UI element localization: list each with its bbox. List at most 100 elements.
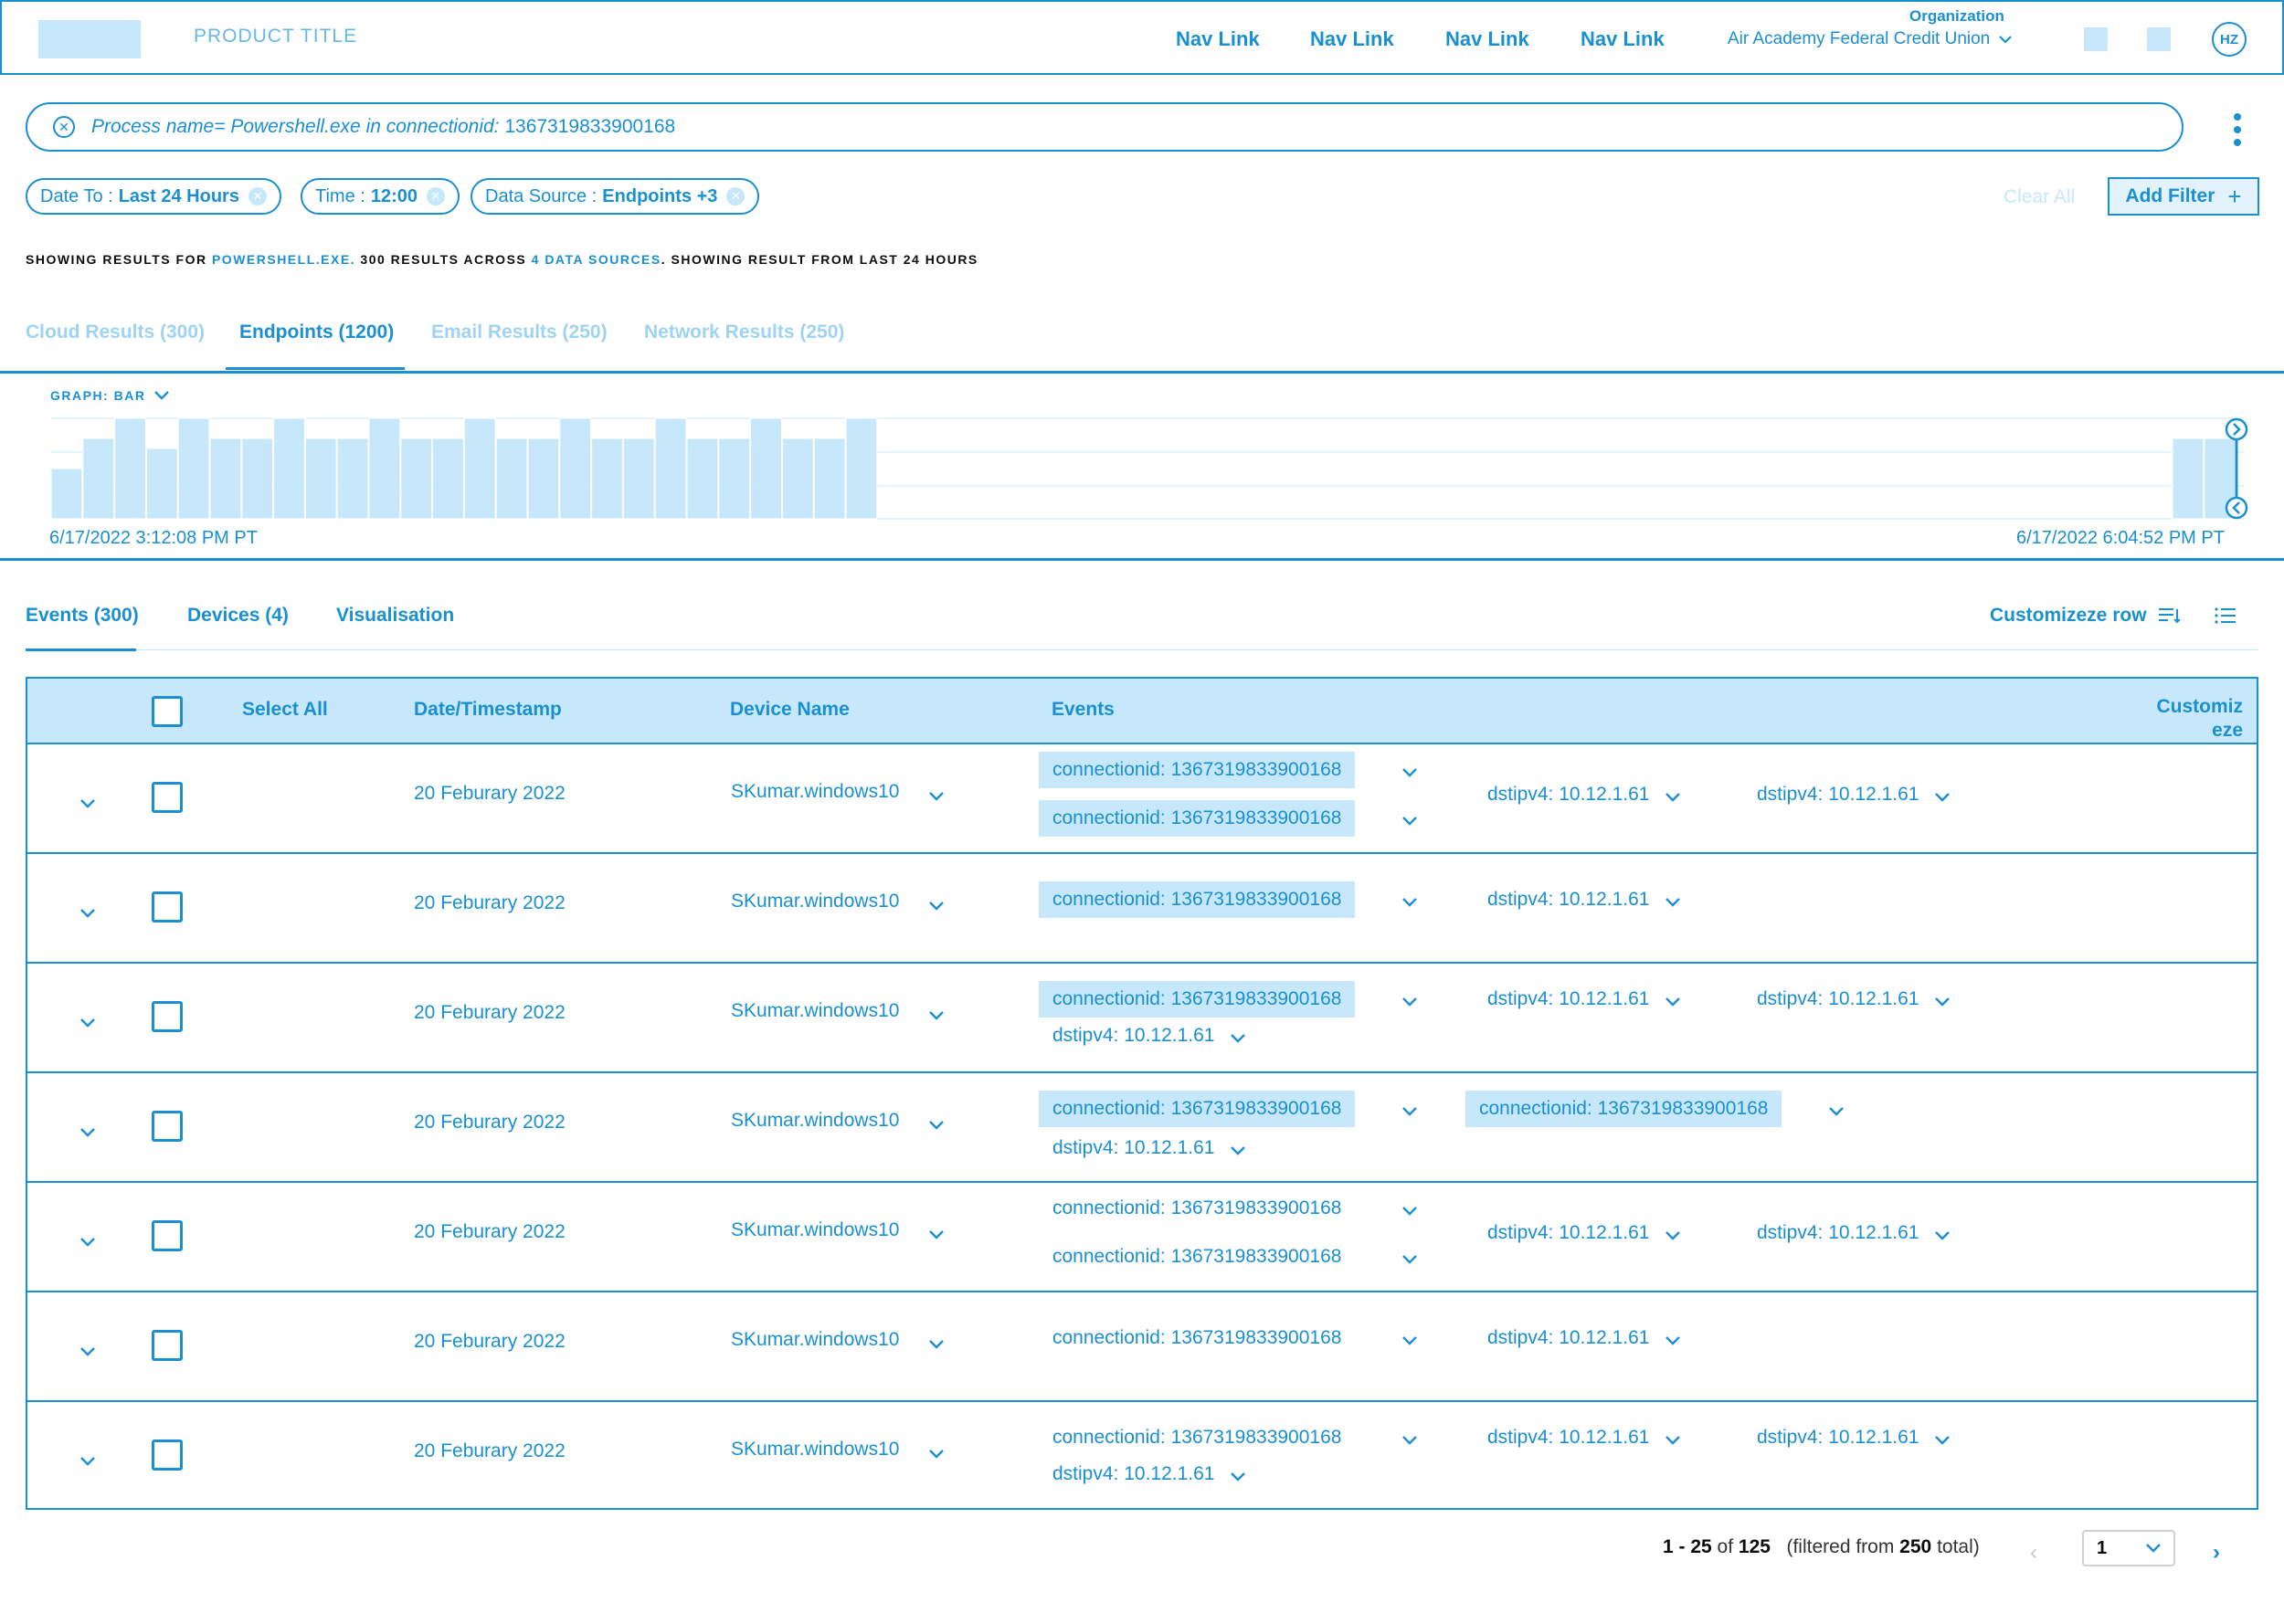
table-row[interactable]: 20 Feburary 2022 SKumar.windows10 connecti… (27, 1292, 2257, 1402)
graph-bar[interactable] (559, 417, 592, 520)
event-menu-chevron-icon[interactable] (1829, 1104, 1844, 1116)
event-connectionid[interactable]: connectionid: 1367319833900168 (1039, 1190, 1355, 1227)
event-menu-chevron-icon[interactable] (1935, 790, 1950, 802)
event-connectionid[interactable]: connectionid: 1367319833900168 (1039, 1091, 1356, 1127)
event-dstipv4[interactable]: dstipv4: 10.12.1.61 (1474, 981, 1663, 1018)
graph-bar[interactable] (463, 417, 496, 520)
previous-page-icon[interactable]: ‹ (2030, 1540, 2037, 1566)
row-checkbox[interactable] (152, 1330, 183, 1361)
event-menu-chevron-icon[interactable] (1665, 895, 1680, 907)
filter-chip-date[interactable]: Date To : Last 24 Hours ✕ (26, 178, 281, 215)
graph-bar[interactable] (432, 438, 464, 520)
select-all-checkbox[interactable] (152, 696, 183, 727)
table-row[interactable]: 20 Feburary 2022 SKumar.windows10 connecti… (27, 854, 2257, 964)
row-checkbox[interactable] (152, 1001, 183, 1032)
graph-bar[interactable] (368, 417, 401, 520)
event-dstipv4[interactable]: dstipv4: 10.12.1.61 (1474, 881, 1663, 918)
logo[interactable] (38, 20, 141, 58)
column-header-device[interactable]: Device Name (730, 699, 850, 721)
event-menu-chevron-icon[interactable] (1402, 765, 1417, 777)
row-device-name[interactable]: SKumar.windows10 (731, 891, 899, 912)
event-menu-chevron-icon[interactable] (1231, 1144, 1245, 1155)
table-row[interactable]: 20 Feburary 2022 SKumar.windows10 connecti… (27, 744, 2257, 854)
notifications-icon[interactable] (2084, 27, 2108, 51)
event-menu-chevron-icon[interactable] (1935, 1433, 1950, 1445)
device-menu-chevron-icon[interactable] (929, 1337, 944, 1349)
range-handle-end-icon[interactable] (2225, 417, 2248, 441)
column-header-customize[interactable]: Customiz eze (2133, 695, 2244, 743)
graph-bar[interactable] (145, 448, 178, 520)
nav-link-3[interactable]: Nav Link (1445, 27, 1529, 51)
graph-bar[interactable] (750, 417, 782, 520)
event-connectionid[interactable]: connectionid: 1367319833900168 (1039, 981, 1356, 1018)
column-header-timestamp[interactable]: Date/Timestamp (414, 699, 562, 721)
event-dstipv4[interactable]: dstipv4: 10.12.1.61 (1743, 1419, 1932, 1456)
event-menu-chevron-icon[interactable] (1402, 1252, 1417, 1264)
avatar[interactable]: HZ (2212, 22, 2247, 57)
event-connectionid[interactable]: connectionid: 1367319833900168 (1039, 881, 1356, 918)
graph-bar[interactable] (686, 438, 719, 520)
event-dstipv4[interactable]: dstipv4: 10.12.1.61 (1039, 1018, 1228, 1054)
row-device-name[interactable]: SKumar.windows10 (731, 1219, 899, 1241)
graph-bar[interactable] (336, 438, 369, 520)
event-menu-chevron-icon[interactable] (1665, 1433, 1680, 1445)
event-connectionid[interactable]: connectionid: 1367319833900168 (1465, 1091, 1782, 1127)
event-dstipv4[interactable]: dstipv4: 10.12.1.61 (1474, 776, 1663, 813)
expand-row-icon[interactable] (80, 1125, 95, 1137)
graph-bar[interactable] (622, 438, 655, 520)
remove-filter-icon[interactable]: ✕ (248, 187, 267, 206)
event-menu-chevron-icon[interactable] (1935, 995, 1950, 1007)
device-menu-chevron-icon[interactable] (929, 899, 944, 911)
filter-chip-time[interactable]: Time :12:00 ✕ (301, 178, 460, 215)
event-dstipv4[interactable]: dstipv4: 10.12.1.61 (1474, 1215, 1663, 1251)
event-connectionid[interactable]: connectionid: 1367319833900168 (1039, 1239, 1355, 1275)
table-row[interactable]: 20 Feburary 2022 SKumar.windows10 connecti… (27, 1402, 2257, 1512)
graph-bar[interactable] (241, 438, 274, 520)
device-menu-chevron-icon[interactable] (929, 1228, 944, 1239)
graph-bar[interactable] (273, 417, 305, 520)
event-dstipv4[interactable]: dstipv4: 10.12.1.61 (1474, 1419, 1663, 1456)
tab-endpoints[interactable]: Endpoints (1200) (239, 322, 394, 343)
device-menu-chevron-icon[interactable] (929, 1447, 944, 1459)
graph-bar[interactable] (114, 417, 146, 520)
clear-search-icon[interactable]: ✕ (53, 116, 75, 138)
expand-row-icon[interactable] (80, 796, 95, 808)
event-menu-chevron-icon[interactable] (1402, 1433, 1417, 1445)
filter-chip-data-source[interactable]: Data Source : Endpoints +3 ✕ (471, 178, 760, 215)
expand-row-icon[interactable] (80, 1454, 95, 1466)
event-menu-chevron-icon[interactable] (1665, 995, 1680, 1007)
graph-bar[interactable] (813, 438, 846, 520)
event-bar-graph[interactable] (51, 411, 2262, 521)
clear-all-button[interactable]: Clear All (2004, 186, 2075, 208)
event-connectionid[interactable]: connectionid: 1367319833900168 (1039, 800, 1356, 837)
nav-link-4[interactable]: Nav Link (1581, 27, 1665, 51)
device-menu-chevron-icon[interactable] (929, 1118, 944, 1130)
search-input[interactable]: ✕ Process name= Powershell.exe in connec… (26, 102, 2184, 152)
event-menu-chevron-icon[interactable] (1402, 1334, 1417, 1345)
event-dstipv4[interactable]: dstipv4: 10.12.1.61 (1743, 1215, 1932, 1251)
row-checkbox[interactable] (152, 1111, 183, 1142)
event-dstipv4[interactable]: dstipv4: 10.12.1.61 (1039, 1456, 1228, 1492)
tab-email-results[interactable]: Email Results (250) (431, 322, 608, 343)
graph-bar[interactable] (527, 438, 560, 520)
row-device-name[interactable]: SKumar.windows10 (731, 781, 899, 803)
select-all-label[interactable]: Select All (242, 699, 328, 721)
row-device-name[interactable]: SKumar.windows10 (731, 1110, 899, 1132)
tab-devices[interactable]: Devices (4) (187, 605, 289, 627)
event-menu-chevron-icon[interactable] (1665, 790, 1680, 802)
nav-link-2[interactable]: Nav Link (1310, 27, 1394, 51)
event-menu-chevron-icon[interactable] (1402, 995, 1417, 1007)
event-menu-chevron-icon[interactable] (1935, 1229, 1950, 1240)
event-dstipv4[interactable]: dstipv4: 10.12.1.61 (1039, 1130, 1228, 1166)
graph-bar[interactable] (304, 438, 337, 520)
event-connectionid[interactable]: connectionid: 1367319833900168 (1039, 752, 1356, 788)
device-menu-chevron-icon[interactable] (929, 789, 944, 801)
event-menu-chevron-icon[interactable] (1402, 1204, 1417, 1216)
expand-row-icon[interactable] (80, 906, 95, 918)
row-checkbox[interactable] (152, 782, 183, 813)
range-handle-start-icon[interactable] (2225, 496, 2248, 520)
graph-bar[interactable] (82, 438, 115, 520)
expand-row-icon[interactable] (80, 1345, 95, 1356)
graph-bar[interactable] (51, 468, 83, 520)
event-menu-chevron-icon[interactable] (1402, 814, 1417, 826)
